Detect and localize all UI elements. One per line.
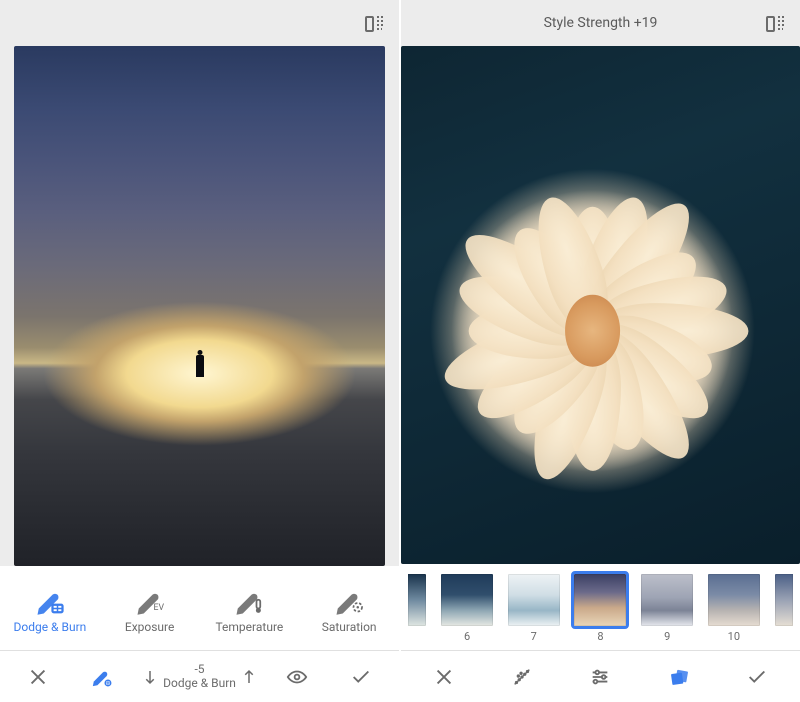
tool-exposure[interactable]: EV Exposure (100, 586, 200, 634)
style-num: 6 (464, 630, 470, 643)
compare-icon[interactable] (363, 12, 387, 36)
style-thumb (574, 574, 626, 626)
close-button[interactable] (14, 653, 62, 701)
style-num: 7 (531, 630, 537, 643)
left-topbar (0, 0, 399, 46)
styles-button[interactable] (655, 653, 703, 701)
style-thumb (508, 574, 560, 626)
left-canvas[interactable] (0, 46, 399, 566)
right-screen: Style Strength +19 6 7 8 9 (399, 0, 800, 702)
increase-button[interactable] (240, 653, 258, 701)
tool-temperature[interactable]: Temperature (200, 586, 300, 634)
tool-label: Saturation (322, 620, 377, 634)
style-num: 10 (728, 630, 740, 643)
right-topbar: Style Strength +19 (401, 0, 800, 46)
style-item-7[interactable]: 7 (508, 574, 560, 643)
compare-icon[interactable] (764, 12, 788, 36)
style-thumb (441, 574, 493, 626)
decrease-button[interactable] (141, 653, 159, 701)
stepper-readout: -5 Dodge & Burn (163, 663, 236, 689)
left-screen: Dodge & Burn EV Exposure Temperature Sa (0, 0, 399, 702)
style-thumb (775, 574, 793, 626)
style-strip[interactable]: 6 7 8 9 10 (401, 564, 800, 650)
style-thumb (408, 574, 426, 626)
style-item-10[interactable]: 10 (708, 574, 760, 643)
apply-button[interactable] (337, 653, 385, 701)
tool-saturation[interactable]: Saturation (299, 586, 399, 634)
left-action-bar: -5 Dodge & Burn (0, 650, 399, 702)
adjust-button[interactable] (576, 653, 624, 701)
style-item-6[interactable]: 6 (441, 574, 493, 643)
style-item-9[interactable]: 9 (641, 574, 693, 643)
style-num: 9 (664, 630, 670, 643)
tool-label: Dodge & Burn (13, 620, 86, 634)
close-button[interactable] (420, 653, 468, 701)
brush-settings-button[interactable] (78, 653, 126, 701)
svg-text:EV: EV (153, 603, 164, 613)
value-stepper: -5 Dodge & Burn (141, 653, 258, 701)
stepper-label: Dodge & Burn (163, 677, 236, 690)
style-item-edge[interactable] (408, 574, 426, 626)
mask-button[interactable] (498, 653, 546, 701)
right-canvas[interactable] (401, 46, 800, 564)
right-title: Style Strength +19 (544, 15, 658, 31)
style-num: 8 (597, 630, 603, 643)
style-item-edge[interactable] (775, 574, 793, 626)
tool-dodge-burn[interactable]: Dodge & Burn (0, 586, 100, 634)
preview-button[interactable] (273, 653, 321, 701)
right-action-bar (401, 650, 800, 702)
tool-row: Dodge & Burn EV Exposure Temperature Sa (0, 566, 399, 650)
tool-label: Exposure (125, 620, 174, 634)
style-thumb (641, 574, 693, 626)
stepper-value: -5 (194, 663, 204, 676)
style-thumb (708, 574, 760, 626)
right-photo (401, 46, 800, 564)
apply-button[interactable] (733, 653, 781, 701)
tool-label: Temperature (215, 620, 283, 634)
left-photo (14, 46, 385, 566)
style-item-8[interactable]: 8 (574, 574, 626, 643)
